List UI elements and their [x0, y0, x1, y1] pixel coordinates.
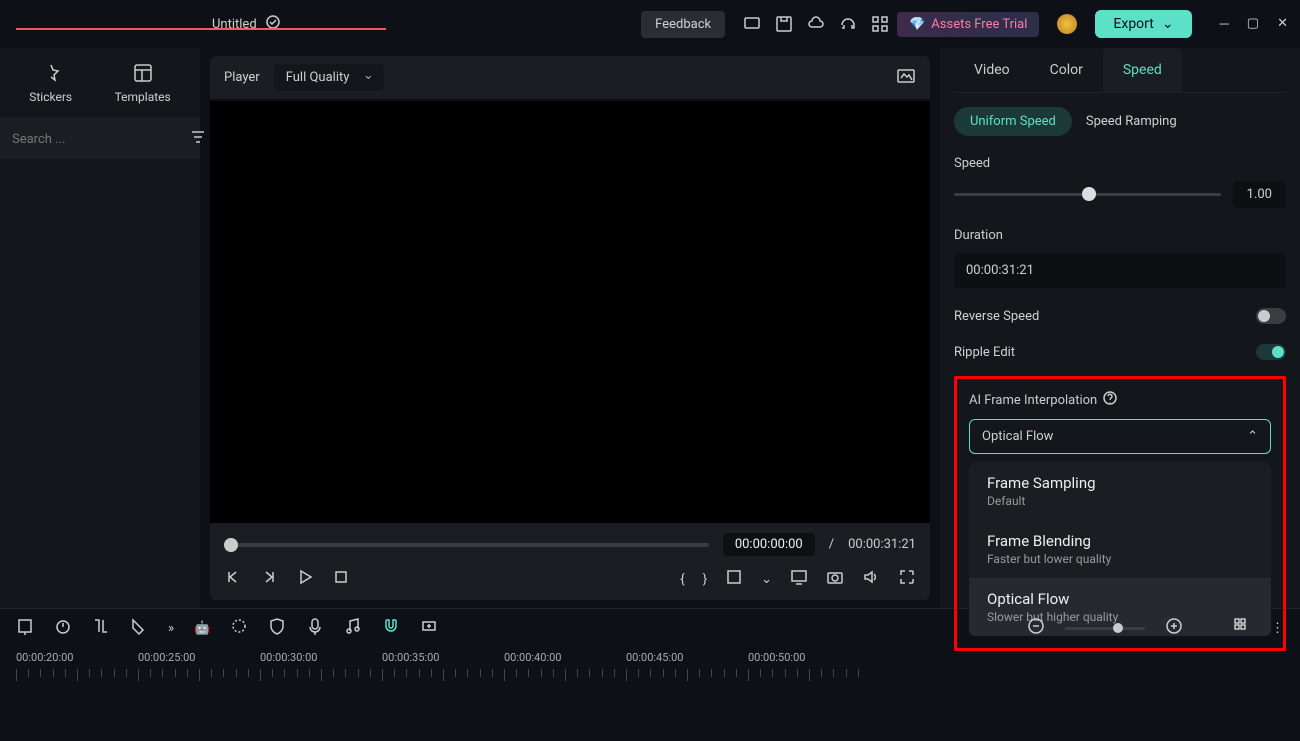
- maximize-icon[interactable]: ▢: [1247, 16, 1259, 32]
- help-icon[interactable]: [1103, 391, 1117, 409]
- feedback-button[interactable]: Feedback: [641, 11, 725, 38]
- reverse-speed-toggle[interactable]: [1256, 308, 1286, 324]
- tick-label: 00:00:25:00: [138, 651, 195, 664]
- clip-range: [16, 28, 386, 30]
- quality-select[interactable]: Full Quality: [274, 64, 384, 91]
- more-tools-icon[interactable]: »: [168, 621, 174, 636]
- uniform-speed-pill[interactable]: Uniform Speed: [954, 107, 1072, 136]
- crop-icon[interactable]: [725, 568, 743, 590]
- volume-icon[interactable]: [862, 568, 880, 590]
- inspector-panel: Video Color Speed Uniform Speed Speed Ra…: [940, 48, 1300, 608]
- robot-icon[interactable]: 🤖: [194, 621, 210, 636]
- timeline-ruler[interactable]: 00:00:20:00 00:00:25:00 00:00:30:00 00:0…: [16, 651, 1284, 681]
- shield-icon[interactable]: [268, 617, 286, 639]
- headset-icon[interactable]: [839, 15, 857, 33]
- brace-left-icon[interactable]: {: [680, 572, 684, 587]
- play-icon[interactable]: [296, 568, 314, 590]
- globe-icon[interactable]: [1057, 14, 1077, 34]
- diamond-icon: 💎: [909, 17, 925, 32]
- timeline-settings-icon[interactable]: ⋮: [1271, 621, 1284, 636]
- tick-label: 00:00:30:00: [260, 651, 317, 664]
- time-total: 00:00:31:21: [848, 537, 916, 552]
- reverse-speed-label: Reverse Speed: [954, 309, 1039, 324]
- grid-icon[interactable]: [871, 15, 889, 33]
- speed-label: Speed: [954, 156, 1286, 171]
- tick-label: 00:00:20:00: [16, 651, 73, 664]
- prev-frame-icon[interactable]: [224, 568, 242, 590]
- tag-icon[interactable]: [130, 617, 148, 639]
- duration-input[interactable]: [954, 253, 1286, 288]
- tab-speed[interactable]: Speed: [1103, 48, 1182, 92]
- tick-label: 00:00:35:00: [382, 651, 439, 664]
- minimize-icon[interactable]: ─: [1220, 16, 1229, 32]
- add-track-icon[interactable]: [420, 617, 438, 639]
- speed-slider[interactable]: [954, 193, 1221, 196]
- progress-slider[interactable]: [224, 543, 709, 547]
- top-toolbar: Untitled Feedback 💎 Assets Free Trial Ex…: [0, 0, 1300, 48]
- stickers-tab[interactable]: Stickers: [29, 62, 72, 104]
- interpolation-label: AI Frame Interpolation: [969, 393, 1097, 408]
- crop-tool-icon[interactable]: [92, 617, 110, 639]
- camera-icon[interactable]: [826, 568, 844, 590]
- tab-color[interactable]: Color: [1030, 48, 1103, 92]
- chevron-down-icon[interactable]: ⌄: [761, 572, 772, 587]
- fullscreen-icon[interactable]: [898, 568, 916, 590]
- zoom-in-icon[interactable]: [1165, 617, 1183, 639]
- time-separator: /: [829, 537, 834, 552]
- stickers-label: Stickers: [29, 90, 72, 104]
- player-label: Player: [224, 70, 260, 85]
- interpolation-dropdown[interactable]: Optical Flow ⌃: [969, 419, 1271, 454]
- cloud-icon[interactable]: [807, 15, 825, 33]
- next-frame-icon[interactable]: [260, 568, 278, 590]
- time-current: 00:00:00:00: [723, 533, 815, 556]
- tick-label: 00:00:45:00: [626, 651, 683, 664]
- option-frame-sampling[interactable]: Frame Sampling Default: [969, 462, 1271, 520]
- left-sidebar: Stickers Templates ⋯: [0, 48, 200, 608]
- timeline: » 🤖 ⋮ 00:00:20:00 00:00:25:00 00:00:30:0…: [0, 608, 1300, 738]
- timeline-grid-icon[interactable]: [1233, 617, 1251, 639]
- close-icon[interactable]: ✕: [1277, 16, 1288, 32]
- player-panel: Player Full Quality 00:00:00:00 / 00:00:…: [200, 48, 940, 608]
- chevron-up-icon: ⌃: [1247, 429, 1258, 444]
- music-icon[interactable]: [344, 617, 362, 639]
- stopwatch-icon[interactable]: [54, 617, 72, 639]
- duration-label: Duration: [954, 228, 1286, 243]
- interpolation-selected: Optical Flow: [982, 429, 1053, 444]
- assets-trial-badge[interactable]: 💎 Assets Free Trial: [897, 12, 1039, 37]
- export-button[interactable]: Export ⌄: [1095, 10, 1191, 38]
- display-icon[interactable]: [790, 568, 808, 590]
- ripple-edit-label: Ripple Edit: [954, 345, 1015, 360]
- tick-label: 00:00:40:00: [504, 651, 561, 664]
- zoom-slider[interactable]: [1065, 627, 1145, 630]
- magnet-icon[interactable]: [382, 617, 400, 639]
- save-status-icon: [265, 14, 281, 34]
- templates-label: Templates: [115, 90, 171, 104]
- assets-trial-label: Assets Free Trial: [931, 17, 1027, 32]
- search-input[interactable]: [12, 132, 178, 147]
- effects-icon[interactable]: [230, 617, 248, 639]
- snapshot-icon[interactable]: [896, 66, 916, 90]
- ripple-edit-toggle[interactable]: [1256, 344, 1286, 360]
- export-label: Export: [1113, 16, 1153, 32]
- screen-icon[interactable]: [743, 15, 761, 33]
- mic-icon[interactable]: [306, 617, 324, 639]
- in-out-icon[interactable]: [16, 617, 34, 639]
- speed-value[interactable]: 1.00: [1233, 181, 1286, 208]
- zoom-out-icon[interactable]: [1027, 617, 1045, 639]
- video-preview[interactable]: [210, 101, 930, 523]
- stop-icon[interactable]: [332, 568, 350, 590]
- stickers-icon: [40, 62, 62, 84]
- save-icon[interactable]: [775, 15, 793, 33]
- chevron-down-icon: ⌄: [1162, 16, 1174, 32]
- tick-label: 00:00:50:00: [748, 651, 805, 664]
- speed-ramping-pill[interactable]: Speed Ramping: [1086, 114, 1177, 129]
- templates-tab[interactable]: Templates: [115, 62, 171, 104]
- brace-right-icon[interactable]: }: [703, 572, 707, 587]
- templates-icon: [132, 62, 154, 84]
- option-frame-blending[interactable]: Frame Blending Faster but lower quality: [969, 520, 1271, 578]
- tab-video[interactable]: Video: [954, 48, 1030, 92]
